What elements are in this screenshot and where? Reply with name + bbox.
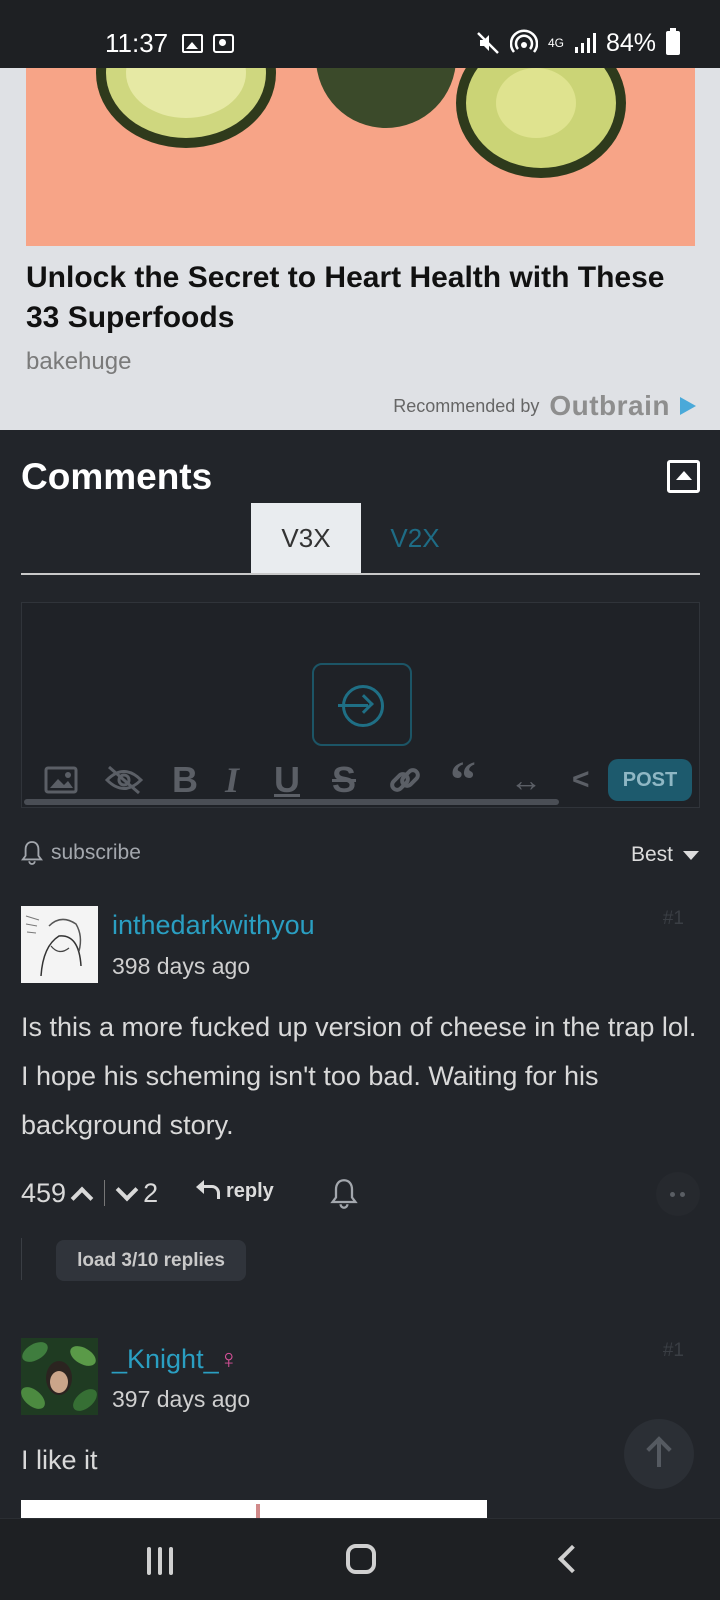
tab-v3x[interactable]: V3X: [251, 503, 361, 574]
status-bar: 11:37 4G 84%: [0, 0, 720, 68]
upvote-count: 459: [21, 1177, 67, 1208]
strikethrough-icon[interactable]: S: [332, 758, 356, 802]
comment-number[interactable]: #1: [663, 1340, 684, 1362]
outbrain-play-icon: [680, 397, 696, 415]
upvote-icon[interactable]: [70, 1186, 94, 1210]
more-options-button[interactable]: [656, 1172, 700, 1216]
comment-time: 397 days ago: [112, 1386, 251, 1412]
comment-text: I like it: [21, 1445, 98, 1475]
reply-button[interactable]: reply: [196, 1179, 274, 1203]
post-button[interactable]: POST: [608, 759, 692, 801]
avocado-shape: [496, 68, 576, 138]
hotspot-icon: [509, 29, 538, 53]
comment-image[interactable]: [21, 1500, 487, 1518]
subscribe-label: subscribe: [51, 841, 141, 864]
gallery-notification-icon: [182, 34, 203, 53]
tab-v2x[interactable]: V2X: [370, 503, 460, 574]
vote-controls: 459 2: [21, 1176, 158, 1210]
comment-username[interactable]: inthedarkwithyou: [112, 910, 315, 941]
system-navigation-bar: [0, 1518, 720, 1600]
toolbar-scrollbar[interactable]: [24, 799, 559, 805]
avatar[interactable]: [21, 1338, 98, 1415]
italic-icon[interactable]: I: [225, 758, 239, 802]
code-icon[interactable]: <: [572, 758, 590, 802]
ad-card[interactable]: Unlock the Secret to Heart Health with T…: [0, 68, 720, 430]
mute-icon: [477, 32, 499, 54]
login-button[interactable]: [312, 663, 412, 746]
avocado-shape: [316, 68, 456, 128]
reply-icon: [196, 1179, 220, 1199]
vote-divider: [104, 1180, 106, 1206]
tabs-divider: [21, 573, 700, 575]
collapse-comments-button[interactable]: [667, 460, 700, 493]
downvote-count: 2: [143, 1177, 159, 1208]
bell-icon: [21, 841, 43, 865]
arrow-up-stem: [657, 1439, 661, 1467]
avatar-leaves: [21, 1342, 97, 1411]
sort-label: Best: [630, 843, 673, 866]
ad-recommended[interactable]: Recommended by Outbrain: [393, 390, 696, 422]
arrows-icon[interactable]: ↔: [510, 758, 542, 802]
reply-label: reply: [226, 1180, 274, 1202]
link-icon[interactable]: [388, 758, 422, 802]
load-replies-button[interactable]: load 3/10 replies: [56, 1240, 246, 1281]
female-icon: ♀: [218, 1344, 239, 1374]
username-text: _Knight_: [112, 1344, 219, 1374]
outbrain-logo: Outbrain: [549, 390, 670, 421]
downvote-icon[interactable]: [115, 1178, 139, 1202]
comment-username[interactable]: _Knight_♀: [112, 1344, 239, 1375]
status-time: 11:37: [105, 28, 169, 58]
thread-line: [21, 1238, 22, 1280]
battery-icon: [666, 28, 680, 55]
ad-source: bakehuge: [26, 348, 132, 375]
ad-image[interactable]: [26, 68, 695, 246]
comment-bell-icon[interactable]: [330, 1178, 358, 1210]
comment-number[interactable]: #1: [663, 908, 684, 930]
screen-record-icon: [213, 34, 234, 53]
image-icon[interactable]: [44, 758, 78, 802]
network-type: 4G: [547, 36, 564, 50]
comment-text: Is this a more fucked up version of chee…: [21, 1012, 697, 1140]
scroll-to-top-button[interactable]: [624, 1419, 694, 1489]
home-icon[interactable]: [346, 1544, 376, 1574]
subscribe-toggle[interactable]: subscribe: [21, 840, 141, 866]
spoiler-icon[interactable]: [104, 758, 144, 802]
comment-editor[interactable]: B I U S “ ↔ < POST: [21, 602, 700, 809]
comments-title: Comments: [21, 456, 213, 497]
recent-apps-icon[interactable]: [147, 1547, 173, 1575]
battery-percent: 84%: [605, 28, 656, 57]
caret-down-icon: [683, 850, 699, 860]
underline-icon[interactable]: U: [274, 758, 300, 802]
signal-icon: [574, 33, 596, 53]
back-icon[interactable]: [557, 1544, 587, 1574]
comment-time: 398 days ago: [112, 953, 251, 979]
status-icons: 4G 84%: [476, 26, 680, 60]
ad-title[interactable]: Unlock the Secret to Heart Health with T…: [26, 258, 706, 338]
recommended-by-label: Recommended by: [393, 395, 540, 416]
sort-dropdown[interactable]: Best: [631, 843, 699, 867]
avatar-sketch: [25, 915, 82, 977]
quote-icon[interactable]: “: [450, 752, 476, 809]
bold-icon[interactable]: B: [172, 758, 198, 802]
avatar[interactable]: [21, 906, 98, 983]
